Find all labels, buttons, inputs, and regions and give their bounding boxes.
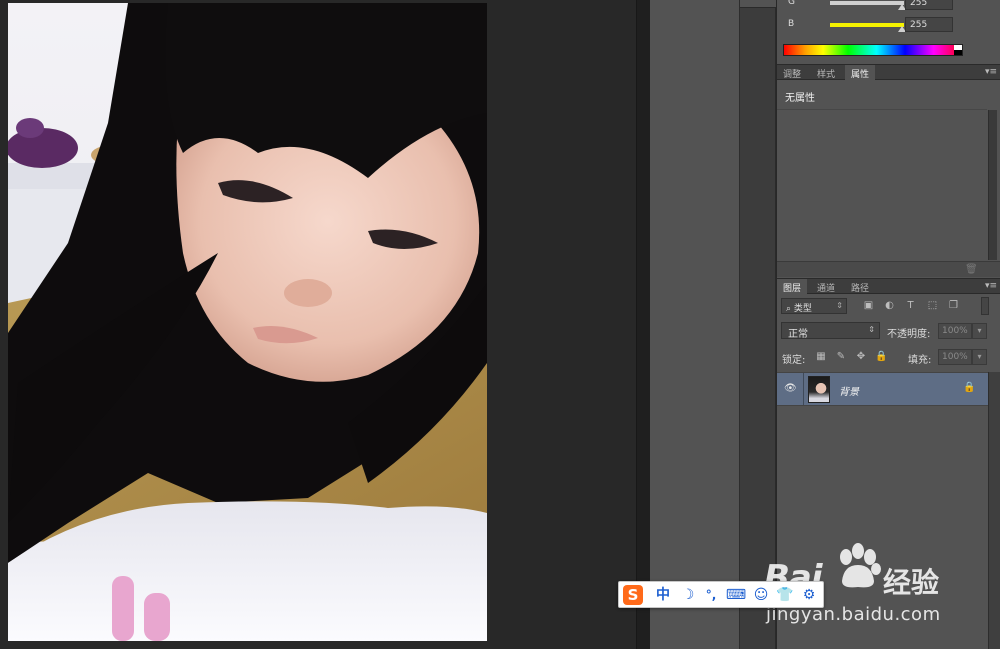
lock-transparent-icon[interactable]: ▦ — [815, 351, 827, 363]
fill-dropdown-button[interactable]: ▾ — [972, 349, 987, 365]
channel-label: B — [788, 19, 795, 29]
color-channel-b: B 255 — [777, 17, 1000, 33]
eye-icon[interactable]: 👁 — [784, 383, 797, 394]
smart-object-filter-icon[interactable]: ❐ — [948, 300, 959, 311]
layer-thumbnail — [808, 376, 830, 403]
tab-properties[interactable]: 属性 — [845, 65, 876, 80]
properties-scrollbar[interactable] — [988, 110, 997, 260]
trash-icon[interactable]: 🗑 — [965, 264, 978, 275]
photo-image — [8, 3, 487, 641]
channel-label: G — [788, 0, 795, 7]
tab-channels[interactable]: 通道 — [811, 279, 841, 294]
dock-divider — [636, 0, 650, 649]
paw-icon — [840, 543, 881, 588]
layer-filter-select[interactable]: ⌕ 类型 ⇕ — [781, 298, 847, 314]
tab-paths[interactable]: 路径 — [845, 279, 875, 294]
layer-row-background[interactable]: 👁 背景 🔒 — [777, 372, 988, 406]
layer-lock-icon: 🔒 — [963, 382, 976, 393]
type-filter-icon[interactable]: T — [905, 300, 916, 311]
filter-toggle[interactable] — [981, 297, 989, 315]
panel-menu-icon[interactable]: ▾≡ — [985, 281, 997, 291]
properties-panel-body: 无属性 — [777, 80, 1000, 260]
opacity-dropdown-button[interactable]: ▾ — [972, 323, 987, 339]
channel-value-input[interactable]: 255 — [905, 17, 953, 32]
blend-mode-value: 正常 — [788, 329, 808, 340]
no-properties-text: 无属性 — [785, 93, 815, 104]
channel-slider[interactable] — [830, 23, 904, 27]
layers-panel-tabs: 图层 通道 路径 ▾≡ — [777, 278, 1000, 294]
lock-position-move-icon[interactable]: ✥ — [855, 351, 867, 363]
ime-toolbar[interactable]: S 中 ☽ °, ⌨ ☺ 👕 ⚙ — [618, 581, 824, 608]
sogou-logo-icon[interactable]: S — [623, 585, 643, 605]
filter-type-label: ⌕ 类型 — [786, 304, 812, 314]
fill-input[interactable]: 100% — [938, 349, 972, 365]
pixel-filter-icon[interactable]: ▣ — [863, 300, 874, 311]
visibility-toggle[interactable]: 👁 — [777, 373, 804, 405]
properties-panel-tabs: 调整 样式 属性 ▾≡ — [777, 64, 1000, 80]
opacity-label: 不透明度: — [887, 329, 931, 340]
opacity-input[interactable]: 100% — [938, 323, 972, 339]
blend-mode-select[interactable]: 正常 ⇕ — [781, 322, 880, 340]
emoji-icon[interactable]: ☺ — [751, 585, 771, 605]
tab-styles[interactable]: 样式 — [811, 65, 841, 80]
collapsed-panel-column — [650, 0, 740, 649]
black-white-swatch[interactable] — [954, 45, 962, 55]
properties-footer: 🗑 — [777, 261, 1000, 277]
color-spectrum-bar[interactable] — [783, 44, 963, 56]
canvas-area[interactable] — [0, 0, 636, 649]
chinese-mode-toggle[interactable]: 中 — [653, 585, 673, 605]
color-channel-g: G 255 — [777, 0, 1000, 11]
shape-filter-icon[interactable]: ⬚ — [927, 300, 938, 311]
settings-gear-icon[interactable]: ⚙ — [799, 585, 819, 605]
half-width-moon-icon[interactable]: ☽ — [679, 585, 697, 605]
chevron-icon: ⇕ — [836, 301, 843, 310]
channel-slider[interactable] — [830, 1, 904, 5]
punctuation-icon[interactable]: °, — [701, 585, 721, 605]
channel-value-input[interactable]: 255 — [905, 0, 953, 10]
lock-label: 锁定: — [782, 355, 806, 366]
dock-header[interactable] — [740, 0, 776, 8]
panel-menu-icon[interactable]: ▾≡ — [985, 67, 997, 77]
tab-adjustments[interactable]: 调整 — [777, 65, 807, 80]
tab-layers[interactable]: 图层 — [777, 279, 808, 294]
chevron-icon: ⇕ — [868, 325, 875, 334]
divider — [777, 109, 987, 110]
fill-label: 填充: — [908, 355, 932, 366]
lock-all-icon[interactable]: 🔒 — [875, 351, 887, 363]
keyboard-icon[interactable]: ⌨ — [725, 585, 747, 605]
skin-icon[interactable]: 👕 — [775, 585, 795, 605]
lock-image-brush-icon[interactable]: ✎ — [835, 351, 847, 363]
watermark-brand-right: 经验 — [883, 566, 940, 599]
document-photo[interactable] — [8, 3, 487, 641]
layer-name[interactable]: 背景 — [839, 383, 859, 398]
adjustment-filter-icon[interactable]: ◐ — [884, 300, 895, 311]
